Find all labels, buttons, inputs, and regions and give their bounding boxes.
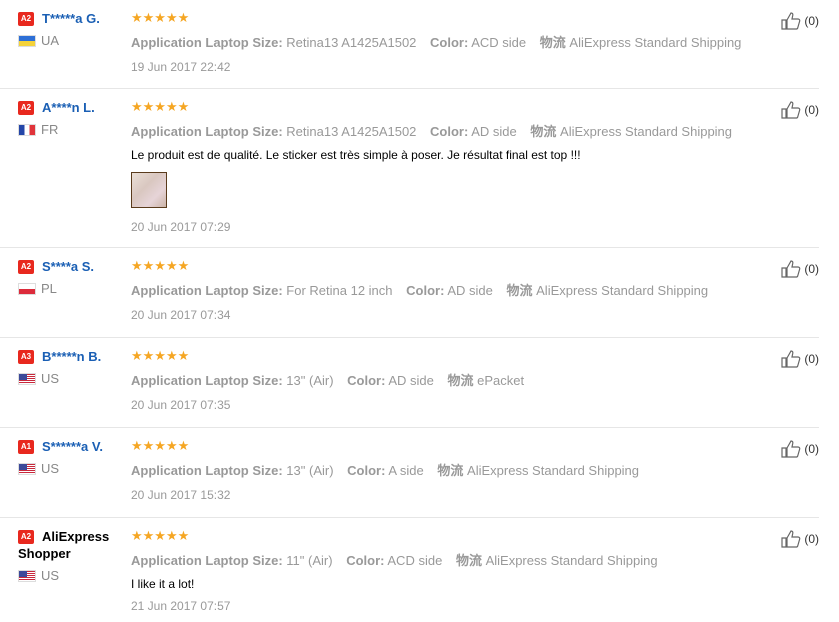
review-text: I like it a lot! bbox=[131, 577, 195, 591]
attr-size: 13" (Air) bbox=[286, 463, 334, 478]
attr-shipping: AliExpress Standard Shipping bbox=[560, 124, 733, 139]
reviewer-country: US bbox=[41, 568, 60, 583]
order-attributes: Application Laptop Size: 13" (Air) Color… bbox=[131, 373, 525, 388]
thumbs-up-icon bbox=[781, 260, 801, 278]
attr-shipping: AliExpress Standard Shipping bbox=[485, 553, 658, 568]
reviewer-country: US bbox=[41, 371, 60, 386]
ua-flag-icon bbox=[18, 34, 36, 47]
like-button[interactable]: (0) bbox=[781, 260, 819, 278]
level-badge: A2 bbox=[18, 101, 34, 115]
attr-color: ACD side bbox=[471, 35, 527, 50]
attr-size: 13" (Air) bbox=[286, 373, 334, 388]
like-button[interactable]: (0) bbox=[781, 350, 819, 368]
reviewer-name[interactable]: S******a V. bbox=[42, 438, 103, 455]
reviewer-country: UA bbox=[41, 33, 60, 48]
order-attributes: Application Laptop Size: 11" (Air) Color… bbox=[131, 553, 658, 568]
review-date: 20 Jun 2017 07:35 bbox=[131, 398, 231, 412]
like-button[interactable]: (0) bbox=[781, 101, 819, 119]
us-flag-icon bbox=[18, 569, 36, 582]
like-count: (0) bbox=[804, 103, 819, 117]
star-rating: ★★★★★ bbox=[131, 10, 190, 25]
review-item: A2 AliExpress Shopper US ★★★★★ Applicati… bbox=[0, 518, 819, 622]
like-count: (0) bbox=[804, 442, 819, 456]
review-date: 20 Jun 2017 15:32 bbox=[131, 488, 231, 502]
thumbs-up-icon bbox=[781, 440, 801, 458]
level-badge: A2 bbox=[18, 260, 34, 274]
order-attributes: Application Laptop Size: Retina13 A1425A… bbox=[131, 35, 742, 50]
attr-shipping: AliExpress Standard Shipping bbox=[536, 283, 709, 298]
review-item: A3 B*****n B. US ★★★★★ Application Lapto… bbox=[0, 338, 819, 428]
like-count: (0) bbox=[804, 352, 819, 366]
reviewer-info: A2 S****a S. PL bbox=[18, 258, 130, 296]
reviewer-country: US bbox=[41, 461, 60, 476]
like-count: (0) bbox=[804, 532, 819, 546]
order-attributes: Application Laptop Size: For Retina 12 i… bbox=[131, 283, 709, 298]
level-badge: A3 bbox=[18, 350, 34, 364]
thumbs-up-icon bbox=[781, 530, 801, 548]
review-content: ★★★★★ Application Laptop Size: 13" (Air)… bbox=[131, 438, 759, 502]
fr-flag-icon bbox=[18, 123, 36, 136]
review-content: ★★★★★ Application Laptop Size: 13" (Air)… bbox=[131, 348, 759, 412]
reviewer-name[interactable]: T*****a G. bbox=[42, 10, 100, 27]
attr-size: Retina13 A1425A1502 bbox=[286, 35, 417, 50]
review-photo-thumbnail[interactable] bbox=[131, 172, 167, 208]
star-rating: ★★★★★ bbox=[131, 348, 190, 363]
reviewer-name[interactable]: AliExpress Shopper bbox=[18, 528, 128, 562]
attr-color: A side bbox=[388, 463, 424, 478]
us-flag-icon bbox=[18, 372, 36, 385]
reviewer-name[interactable]: S****a S. bbox=[42, 258, 94, 275]
review-item: A2 A****n L. FR ★★★★★ Application Laptop… bbox=[0, 89, 819, 248]
like-button[interactable]: (0) bbox=[781, 530, 819, 548]
us-flag-icon bbox=[18, 462, 36, 475]
like-count: (0) bbox=[804, 14, 819, 28]
attr-color: AD side bbox=[388, 373, 434, 388]
attr-color: AD side bbox=[447, 283, 493, 298]
star-rating: ★★★★★ bbox=[131, 528, 190, 543]
thumbs-up-icon bbox=[781, 350, 801, 368]
reviewer-info: A2 AliExpress Shopper US bbox=[18, 528, 130, 583]
review-content: ★★★★★ Application Laptop Size: Retina13 … bbox=[131, 99, 759, 234]
review-date: 21 Jun 2017 07:57 bbox=[131, 599, 231, 613]
attr-size: For Retina 12 inch bbox=[286, 283, 393, 298]
review-list: A2 T*****a G. UA ★★★★★ Application Lapto… bbox=[0, 0, 839, 622]
pl-flag-icon bbox=[18, 282, 36, 295]
reviewer-name[interactable]: A****n L. bbox=[42, 99, 95, 116]
level-badge: A2 bbox=[18, 12, 34, 26]
review-content: ★★★★★ Application Laptop Size: Retina13 … bbox=[131, 10, 759, 74]
star-rating: ★★★★★ bbox=[131, 99, 190, 114]
review-content: ★★★★★ Application Laptop Size: For Retin… bbox=[131, 258, 759, 322]
like-button[interactable]: (0) bbox=[781, 12, 819, 30]
order-attributes: Application Laptop Size: 13" (Air) Color… bbox=[131, 463, 640, 478]
like-button[interactable]: (0) bbox=[781, 440, 819, 458]
review-text: Le produit est de qualité. Le sticker es… bbox=[131, 148, 581, 162]
review-date: 19 Jun 2017 22:42 bbox=[131, 60, 231, 74]
review-content: ★★★★★ Application Laptop Size: 11" (Air)… bbox=[131, 528, 759, 613]
attr-shipping: AliExpress Standard Shipping bbox=[467, 463, 640, 478]
review-item: A2 T*****a G. UA ★★★★★ Application Lapto… bbox=[0, 0, 819, 89]
review-item: A1 S******a V. US ★★★★★ Application Lapt… bbox=[0, 428, 819, 518]
reviewer-info: A2 T*****a G. UA bbox=[18, 10, 130, 48]
review-date: 20 Jun 2017 07:29 bbox=[131, 220, 231, 234]
reviewer-info: A1 S******a V. US bbox=[18, 438, 130, 476]
reviewer-info: A3 B*****n B. US bbox=[18, 348, 130, 386]
star-rating: ★★★★★ bbox=[131, 258, 190, 273]
reviewer-country: PL bbox=[41, 281, 57, 296]
reviewer-info: A2 A****n L. FR bbox=[18, 99, 130, 137]
reviewer-country: FR bbox=[41, 122, 59, 137]
order-attributes: Application Laptop Size: Retina13 A1425A… bbox=[131, 124, 733, 139]
attr-size: Retina13 A1425A1502 bbox=[286, 124, 417, 139]
attr-shipping: ePacket bbox=[477, 373, 525, 388]
star-rating: ★★★★★ bbox=[131, 438, 190, 453]
attr-color: AD side bbox=[471, 124, 517, 139]
attr-shipping: AliExpress Standard Shipping bbox=[569, 35, 742, 50]
reviewer-name[interactable]: B*****n B. bbox=[42, 348, 101, 365]
like-count: (0) bbox=[804, 262, 819, 276]
level-badge: A1 bbox=[18, 440, 34, 454]
review-date: 20 Jun 2017 07:34 bbox=[131, 308, 231, 322]
review-item: A2 S****a S. PL ★★★★★ Application Laptop… bbox=[0, 248, 819, 338]
attr-color: ACD side bbox=[387, 553, 443, 568]
attr-size: 11" (Air) bbox=[286, 553, 333, 568]
thumbs-up-icon bbox=[781, 101, 801, 119]
thumbs-up-icon bbox=[781, 12, 801, 30]
